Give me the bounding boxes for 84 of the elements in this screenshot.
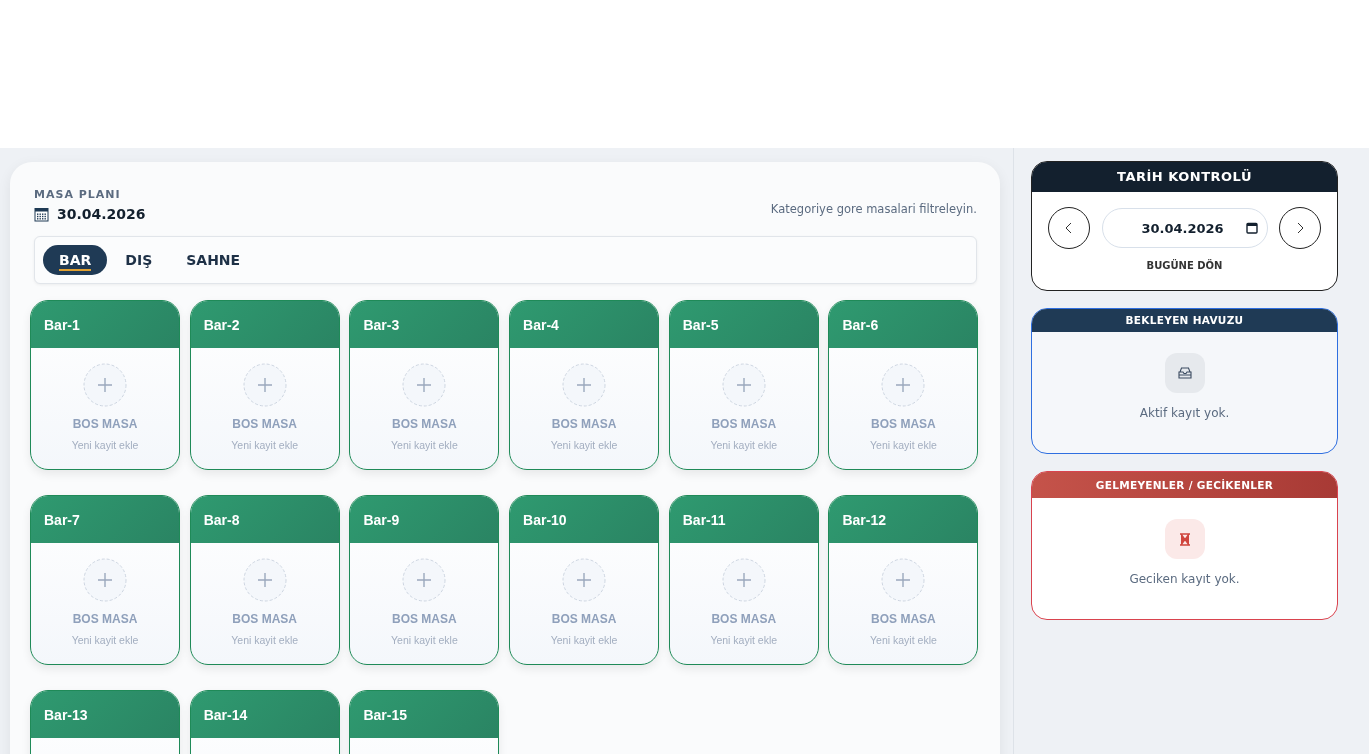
table-name: Bar-3 [363,316,400,333]
table-status: BOS MASA [871,612,936,626]
table-name: Bar-14 [203,706,248,723]
table-status: BOS MASA [72,417,138,431]
today-button[interactable]: BUGÜNE DÖN [1140,259,1229,272]
calendar-icon [34,206,49,222]
panel-title: BEKLEYEN HAVUZU [1032,309,1337,332]
section-title: MASA PLANI [34,188,122,201]
table-status: BOS MASA [711,612,777,626]
table-name: Bar-7 [44,511,80,528]
table-name: Bar-6 [842,316,879,333]
table-status: BOS MASA [72,612,138,626]
table-status: BOS MASA [392,417,457,431]
previous-day-button[interactable] [1048,207,1090,249]
table-name: Bar-5 [682,316,719,333]
add-record-hint: Yeni kayit ekle [391,439,458,451]
add-icon[interactable] [242,363,287,407]
next-day-button[interactable] [1279,207,1321,249]
add-record-hint: Yeni kayit ekle [231,439,299,451]
add-record-hint: Yeni kayit ekle [71,439,139,451]
table-status: BOS MASA [232,612,297,626]
table-name: Bar-12 [842,511,887,528]
table-status: BOS MASA [711,417,777,431]
table-card[interactable]: Bar-3 BOS MASA Yeni kayit ekle [349,300,500,470]
table-name: Bar-9 [363,511,400,528]
table-card[interactable]: Bar-7 BOS MASA Yeni kayit ekle [30,495,180,665]
table-status: BOS MASA [871,417,936,431]
add-icon[interactable] [242,558,287,602]
table-name: Bar-4 [523,316,559,333]
table-name: Bar-2 [203,316,240,333]
table-card[interactable]: Bar-12 BOS MASA Yeni kayit ekle [828,495,979,665]
inbox-icon [1177,367,1192,379]
add-record-hint: Yeni kayit ekle [710,634,778,646]
table-status: BOS MASA [551,417,617,431]
add-icon[interactable] [83,363,127,407]
category-tab[interactable]: BAR [43,245,108,275]
category-tab[interactable]: DIŞ [109,245,169,275]
add-icon[interactable] [402,363,447,407]
table-card[interactable]: Bar-8 BOS MASA Yeni kayit ekle [189,495,340,665]
table-status: BOS MASA [392,612,457,626]
add-icon[interactable] [83,558,127,602]
table-status: BOS MASA [551,612,617,626]
card-title: TARİH KONTROLÜ [1032,162,1337,192]
add-icon[interactable] [881,558,926,602]
panel-title: GELMEYENLER / GECİKENLER [1032,472,1337,498]
table-card[interactable]: Bar-1 BOS MASA Yeni kayit ekle [30,300,180,470]
add-icon[interactable] [721,363,766,407]
add-icon[interactable] [402,558,447,602]
add-icon[interactable] [881,363,926,407]
category-tab[interactable]: SAHNE [170,245,257,275]
add-record-hint: Yeni kayit ekle [71,634,139,646]
empty-message: Geciken kayıt yok. [1129,572,1240,586]
table-name: Bar-10 [523,511,567,528]
table-card[interactable]: Bar-5 BOS MASA Yeni kayit ekle [668,300,819,470]
table-card[interactable]: Bar-6 BOS MASA Yeni kayit ekle [828,300,979,470]
table-card[interactable]: Bar-4 BOS MASA Yeni kayit ekle [509,300,660,470]
table-name: Bar-13 [44,706,88,723]
add-record-hint: Yeni kayit ekle [550,634,618,646]
filter-hint: Kategoriye gore masalari filtreleyin. [770,202,977,216]
add-record-hint: Yeni kayit ekle [710,439,778,451]
table-status: BOS MASA [232,417,297,431]
table-name: Bar-11 [682,511,726,528]
add-icon[interactable] [562,363,607,407]
add-record-hint: Yeni kayit ekle [550,439,618,451]
table-card[interactable]: Bar-10 BOS MASA Yeni kayit ekle [509,495,660,665]
table-card[interactable]: Bar-9 BOS MASA Yeni kayit ekle [349,495,500,665]
add-record-hint: Yeni kayit ekle [870,439,937,451]
table-name: Bar-1 [44,316,80,333]
table-card[interactable]: Bar-11 BOS MASA Yeni kayit ekle [668,495,819,665]
table-card[interactable]: Bar-15 [349,690,500,754]
add-record-hint: Yeni kayit ekle [231,634,299,646]
table-card[interactable]: Bar-2 BOS MASA Yeni kayit ekle [189,300,340,470]
empty-message: Aktif kayıt yok. [1139,406,1230,420]
table-name: Bar-8 [203,511,240,528]
add-icon[interactable] [562,558,607,602]
add-record-hint: Yeni kayit ekle [391,634,458,646]
add-icon[interactable] [721,558,766,602]
table-name: Bar-15 [363,706,407,723]
hourglass-icon [1178,532,1191,546]
plan-date: 30.04.2026 [57,206,146,222]
add-record-hint: Yeni kayit ekle [870,634,937,646]
table-card[interactable]: Bar-14 [189,690,340,754]
calendar-icon[interactable] [1245,222,1258,234]
table-card[interactable]: Bar-13 [30,690,180,754]
